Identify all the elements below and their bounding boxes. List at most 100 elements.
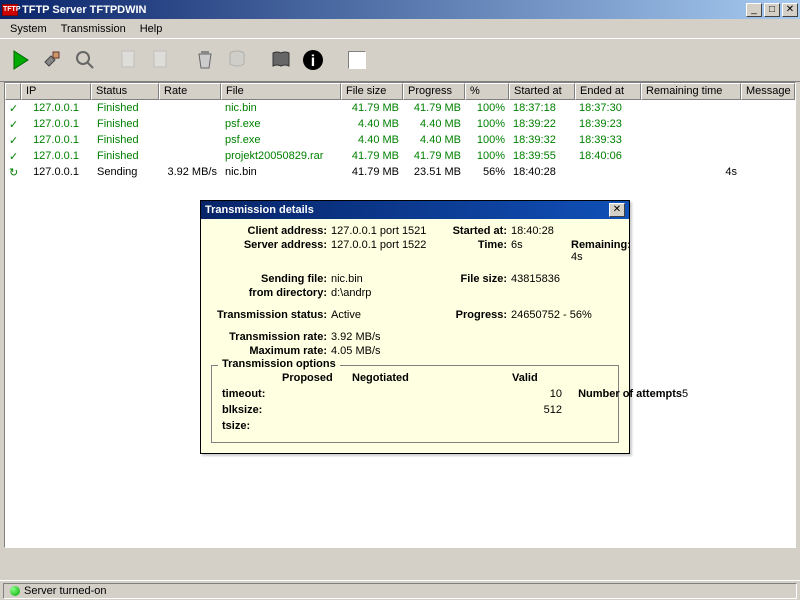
val-remaining: 4s xyxy=(571,251,583,263)
book-icon xyxy=(269,48,293,72)
doc1-button xyxy=(114,45,144,75)
cell-ip: 127.0.0.1 xyxy=(21,150,91,162)
cell-filesize: 41.79 MB xyxy=(341,102,403,114)
status-led-icon xyxy=(10,586,20,596)
val-mrate: 4.05 MB/s xyxy=(331,345,641,357)
cell-file: projekt20050829.rar xyxy=(221,150,341,162)
cell-file: nic.bin xyxy=(221,166,341,178)
lbl-blksize: blksize: xyxy=(222,404,282,416)
val-attempts: 5 xyxy=(682,388,702,400)
lbl-trate: Transmission rate: xyxy=(211,331,331,343)
lbl-timeout: timeout: xyxy=(222,388,282,400)
close-button[interactable]: ✕ xyxy=(782,3,798,17)
val-started: 18:40:28 xyxy=(511,225,571,237)
app-icon: TFTP xyxy=(2,4,18,16)
menu-help[interactable]: Help xyxy=(134,21,169,37)
val-sending: nic.bin xyxy=(331,273,441,285)
lbl-tsize: tsize: xyxy=(222,420,282,432)
col-ended[interactable]: Ended at xyxy=(575,83,641,100)
table-row[interactable]: ✓127.0.0.1Finishedpsf.exe4.40 MB4.40 MB1… xyxy=(5,132,795,148)
magnifier-icon xyxy=(73,48,97,72)
start-button[interactable] xyxy=(6,45,36,75)
val-trate: 3.92 MB/s xyxy=(331,331,641,343)
cell-ip: 127.0.0.1 xyxy=(21,118,91,130)
val-fromdir: d:\andrp xyxy=(331,287,641,299)
cell-status: Sending xyxy=(91,166,159,178)
check-icon: ✓ xyxy=(5,150,21,163)
status-panel: Server turned-on xyxy=(3,583,797,599)
val-progress: 24650752 - 56% xyxy=(511,309,641,321)
list-header: IP Status Rate File File size Progress %… xyxy=(5,83,795,100)
col-file[interactable]: File xyxy=(221,83,341,100)
cell-filesize: 4.40 MB xyxy=(341,118,403,130)
cell-ended: 18:39:23 xyxy=(575,118,641,130)
col-remaining[interactable]: Remaining time xyxy=(641,83,741,100)
delete-button[interactable] xyxy=(190,45,220,75)
about-button[interactable]: i xyxy=(298,45,328,75)
dialog-titlebar[interactable]: Transmission details ✕ xyxy=(201,201,629,219)
cell-filesize: 4.40 MB xyxy=(341,134,403,146)
cell-ended: 18:37:30 xyxy=(575,102,641,114)
hammer-icon xyxy=(41,48,65,72)
table-row[interactable]: ✓127.0.0.1Finishedpsf.exe4.40 MB4.40 MB1… xyxy=(5,116,795,132)
cell-progress: 4.40 MB xyxy=(403,118,465,130)
dialog-close-button[interactable]: ✕ xyxy=(609,203,625,217)
table-row[interactable]: ✓127.0.0.1Finishedprojekt20050829.rar41.… xyxy=(5,148,795,164)
cell-percent: 56% xyxy=(465,166,509,178)
minimize-button[interactable]: _ xyxy=(746,3,762,17)
col-icon[interactable] xyxy=(5,83,21,100)
cell-ip: 127.0.0.1 xyxy=(21,102,91,114)
check-icon: ✓ xyxy=(5,134,21,147)
lbl-remaining: Remaining: xyxy=(571,239,631,251)
dialog-title: Transmission details xyxy=(205,204,609,216)
spin-icon: ↻ xyxy=(5,166,21,179)
menu-system[interactable]: System xyxy=(4,21,53,37)
titlebar: TFTP TFTP Server TFTPDWIN _ □ ✕ xyxy=(0,0,800,19)
cell-filesize: 41.79 MB xyxy=(341,166,403,178)
col-message[interactable]: Message xyxy=(741,83,795,100)
hdr-proposed: Proposed xyxy=(282,372,352,384)
cell-percent: 100% xyxy=(465,134,509,146)
col-started[interactable]: Started at xyxy=(509,83,575,100)
lbl-server: Server address: xyxy=(211,239,331,263)
database-icon xyxy=(225,48,249,72)
status-text: Server turned-on xyxy=(24,585,107,597)
statusbar: Server turned-on xyxy=(0,580,800,600)
col-rate[interactable]: Rate xyxy=(159,83,221,100)
settings-button[interactable] xyxy=(38,45,68,75)
cell-ip: 127.0.0.1 xyxy=(21,166,91,178)
book-button[interactable] xyxy=(266,45,296,75)
trash-icon xyxy=(193,48,217,72)
doc2-button xyxy=(146,45,176,75)
val-tstatus: Active xyxy=(331,309,441,321)
menu-transmission[interactable]: Transmission xyxy=(55,21,132,37)
val-server: 127.0.0.1 port 1522 xyxy=(331,239,441,263)
cell-file: nic.bin xyxy=(221,102,341,114)
cell-ip: 127.0.0.1 xyxy=(21,134,91,146)
cell-ended: 18:39:33 xyxy=(575,134,641,146)
cell-progress: 41.79 MB xyxy=(403,102,465,114)
maximize-button[interactable]: □ xyxy=(764,3,780,17)
val-time: 6s xyxy=(511,239,571,263)
val-timeout: 10 xyxy=(512,388,562,400)
table-row[interactable]: ↻127.0.0.1Sending3.92 MB/snic.bin41.79 M… xyxy=(5,164,795,180)
table-row[interactable]: ✓127.0.0.1Finishednic.bin41.79 MB41.79 M… xyxy=(5,100,795,116)
col-ip[interactable]: IP xyxy=(21,83,91,100)
check-icon: ✓ xyxy=(5,102,21,115)
cell-rate: 3.92 MB/s xyxy=(159,166,221,178)
col-status[interactable]: Status xyxy=(91,83,159,100)
find-button[interactable] xyxy=(70,45,100,75)
cell-status: Finished xyxy=(91,118,159,130)
lbl-sending: Sending file: xyxy=(211,273,331,285)
col-filesize[interactable]: File size xyxy=(341,83,403,100)
transmission-details-dialog: Transmission details ✕ Client address: 1… xyxy=(200,200,630,454)
dialog-body: Client address: 127.0.0.1 port 1521 Star… xyxy=(201,219,629,453)
window-title: TFTP Server TFTPDWIN xyxy=(22,4,744,16)
col-percent[interactable]: % xyxy=(465,83,509,100)
cell-percent: 100% xyxy=(465,102,509,114)
document-icon xyxy=(117,48,141,72)
check-icon: ✓ xyxy=(5,118,21,131)
database-button xyxy=(222,45,252,75)
cell-percent: 100% xyxy=(465,118,509,130)
col-progress[interactable]: Progress xyxy=(403,83,465,100)
